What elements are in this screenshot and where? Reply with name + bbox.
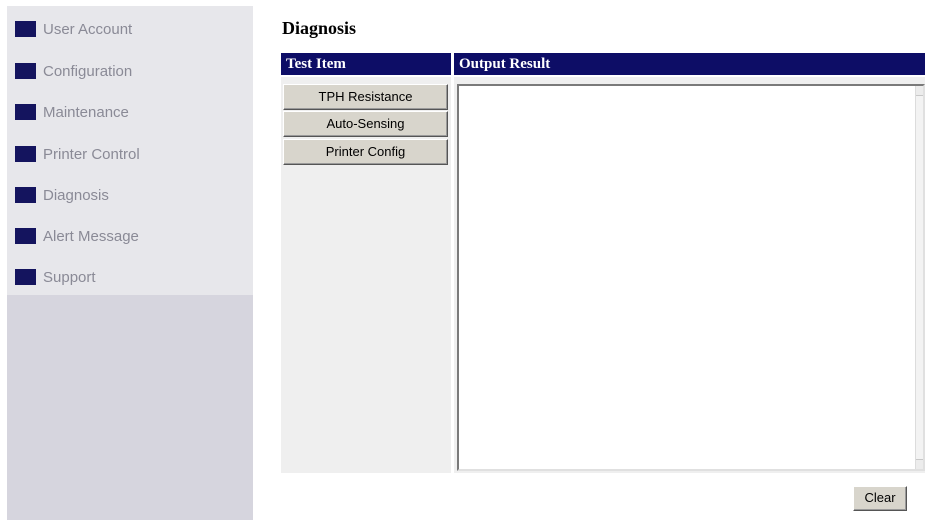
square-bullet-icon (15, 146, 36, 162)
sidebar-item-configuration[interactable]: Configuration (15, 59, 132, 83)
sidebar-item-label: User Account (43, 20, 133, 38)
square-bullet-icon (15, 228, 36, 244)
auto-sensing-button[interactable]: Auto-Sensing (283, 111, 448, 137)
square-bullet-icon (15, 187, 36, 203)
sidebar-item-diagnosis[interactable]: Diagnosis (15, 183, 109, 207)
square-bullet-icon (15, 63, 36, 79)
page-title: Diagnosis (282, 18, 357, 38)
sidebar-item-label: Printer Control (43, 145, 140, 163)
sidebar-item-alert-message[interactable]: Alert Message (15, 224, 139, 248)
test-item-header: Test Item (281, 53, 451, 75)
tph-resistance-button[interactable]: TPH Resistance (283, 84, 448, 110)
scroll-up-arrow-icon[interactable] (916, 86, 923, 96)
printer-config-button[interactable]: Printer Config (283, 139, 448, 165)
sidebar-item-label: Alert Message (43, 227, 139, 245)
square-bullet-icon (15, 104, 36, 120)
output-result-header: Output Result (454, 53, 925, 75)
output-panel (454, 77, 925, 473)
sidebar-item-label: Maintenance (43, 103, 129, 121)
sidebar-menu: User Account Configuration Maintenance P… (7, 6, 253, 295)
square-bullet-icon (15, 269, 36, 285)
sidebar-item-label: Configuration (43, 62, 133, 80)
output-scrollbar[interactable] (915, 86, 923, 469)
test-item-panel: TPH Resistance Auto-Sensing Printer Conf… (281, 77, 451, 473)
sidebar-item-printer-control[interactable]: Printer Control (15, 142, 140, 166)
sidebar-item-label: Support (43, 268, 96, 286)
sidebar: User Account Configuration Maintenance P… (7, 6, 253, 520)
clear-button[interactable]: Clear (853, 486, 907, 511)
sidebar-item-label: Diagnosis (43, 186, 109, 204)
scroll-down-arrow-icon[interactable] (916, 459, 923, 469)
sidebar-item-maintenance[interactable]: Maintenance (15, 100, 129, 124)
square-bullet-icon (15, 21, 36, 37)
output-result-textarea[interactable] (457, 84, 925, 471)
sidebar-item-user-account[interactable]: User Account (15, 17, 132, 41)
sidebar-item-support[interactable]: Support (15, 265, 96, 289)
